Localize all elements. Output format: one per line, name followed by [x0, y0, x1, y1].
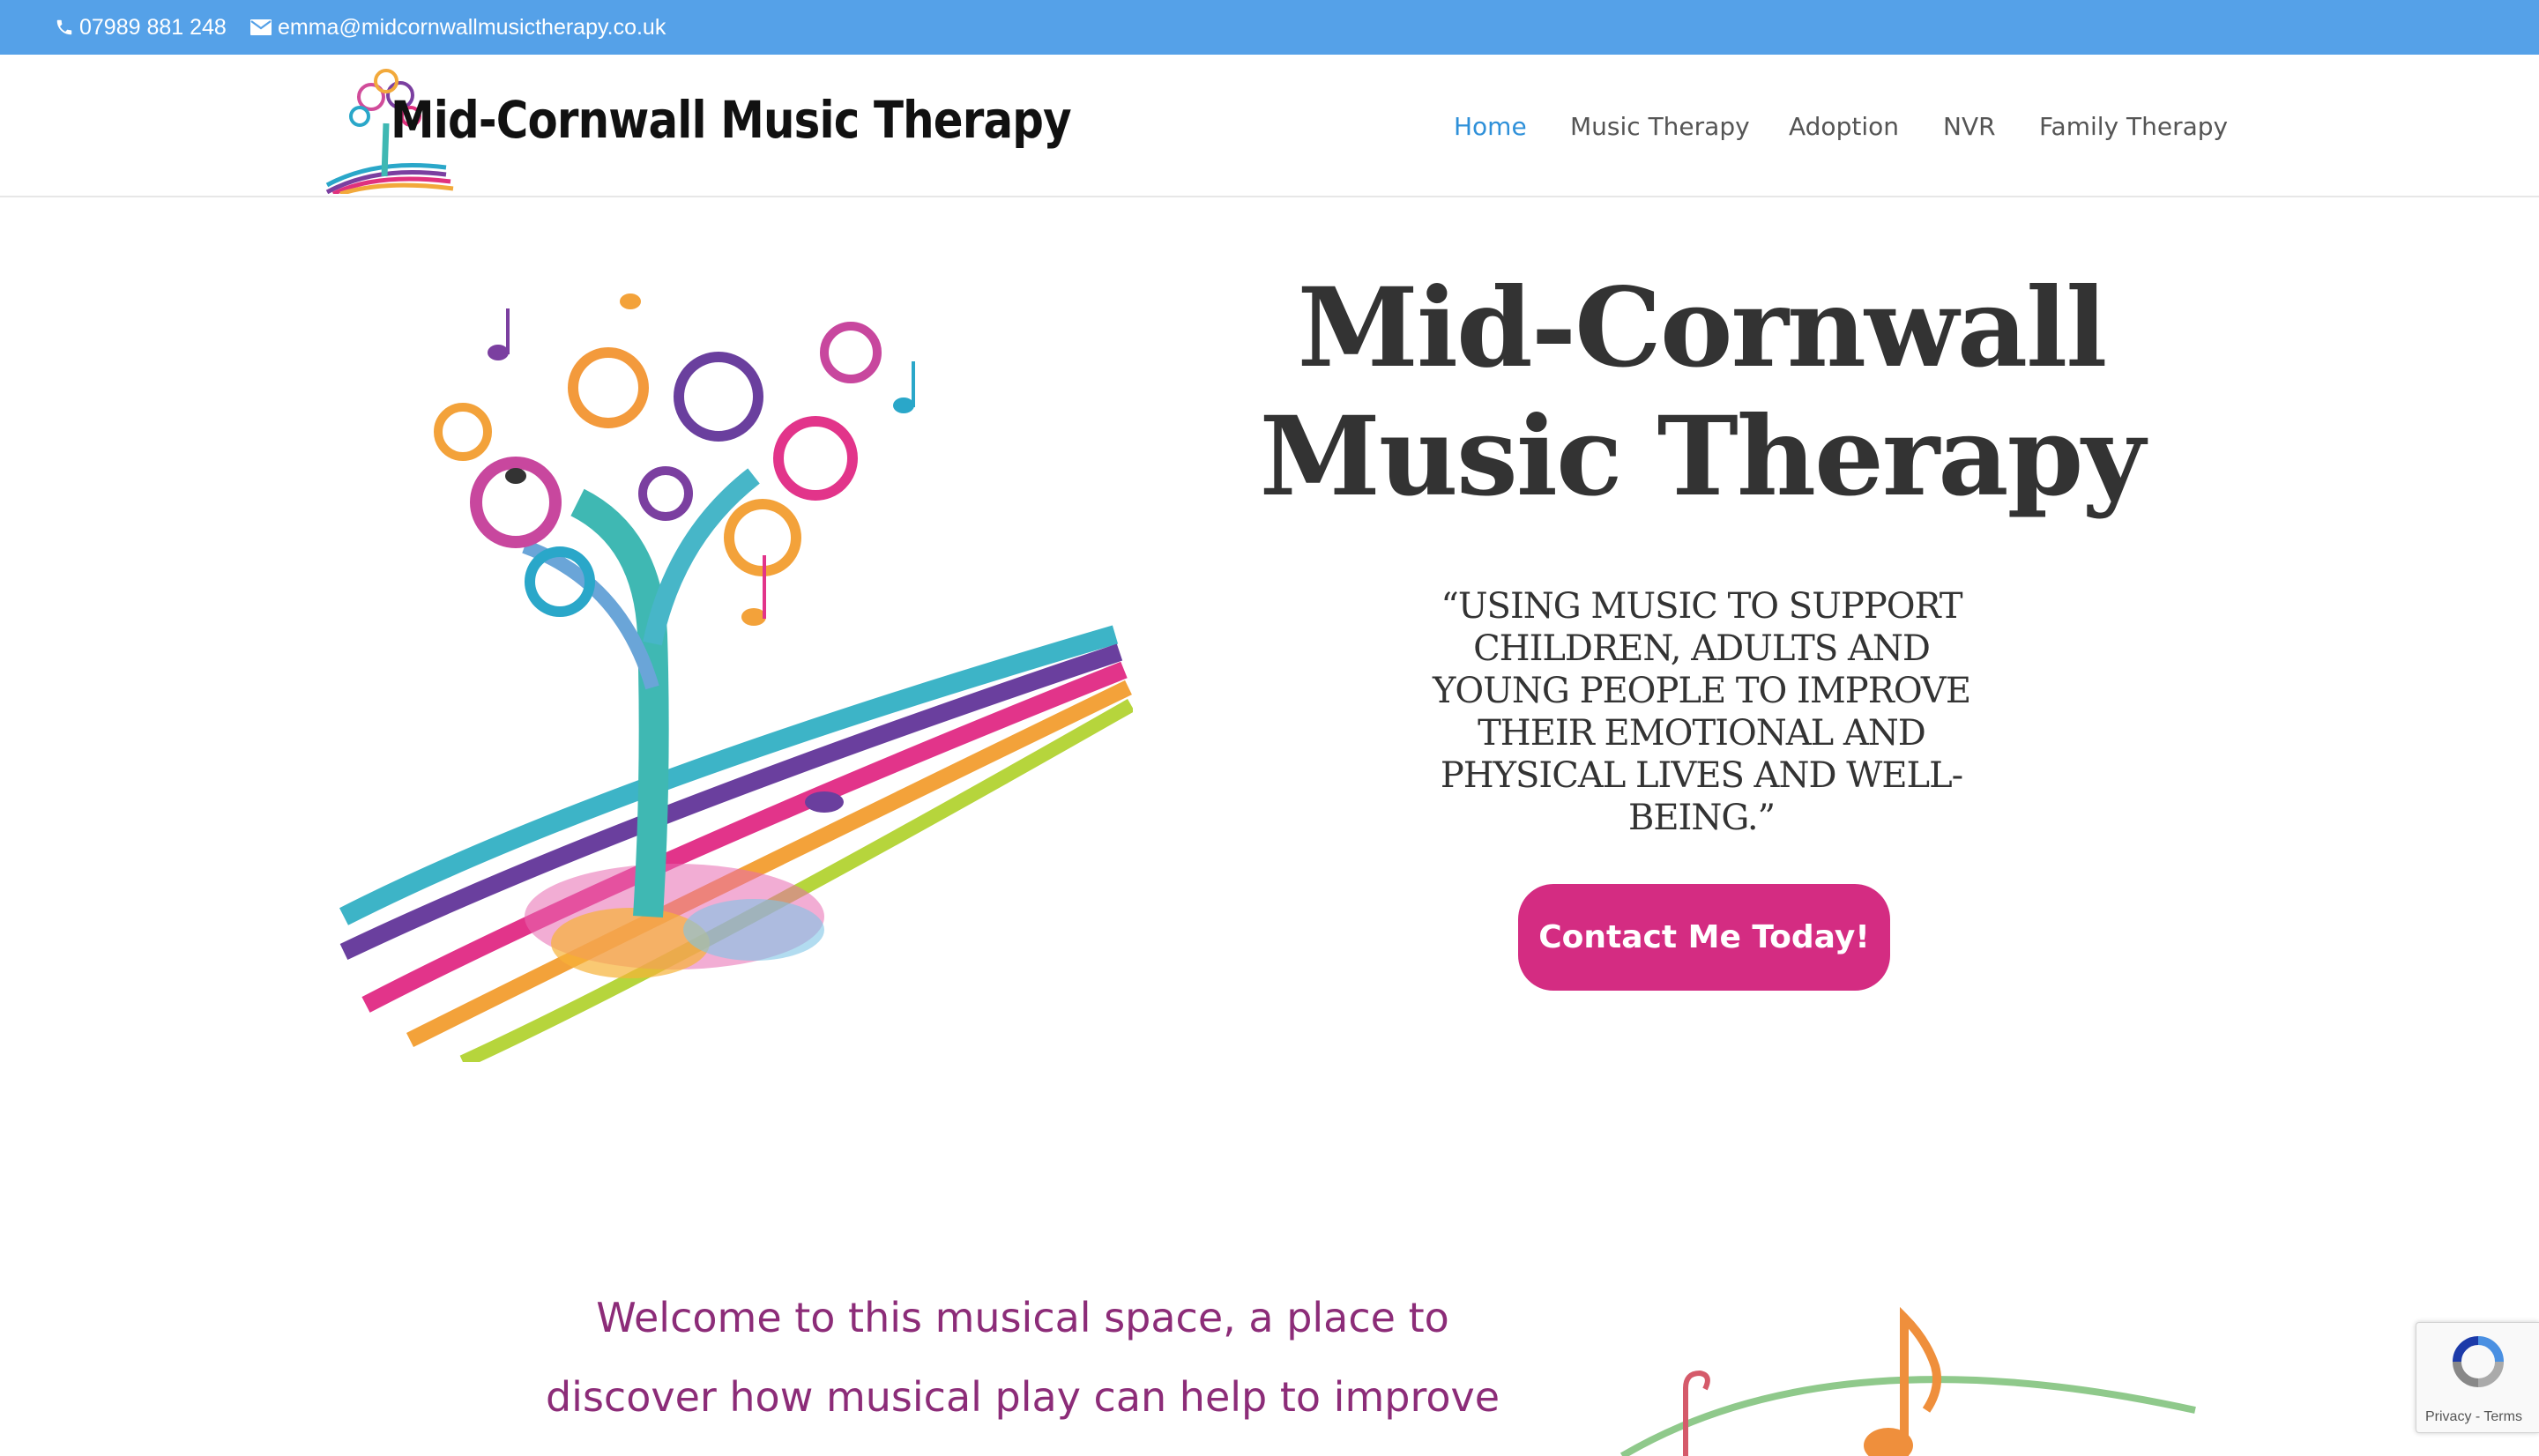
recaptcha-icon [2453, 1336, 2504, 1387]
nav-home[interactable]: Home [1454, 55, 1527, 197]
contact-me-button[interactable]: Contact Me Today! [1518, 884, 1890, 991]
recaptcha-badge[interactable]: Privacy - Terms [2416, 1322, 2539, 1433]
email-address: emma@midcornwallmusictherapy.co.uk [278, 14, 666, 40]
quote-line: children, adults and [1473, 628, 1931, 669]
email-contact[interactable]: emma@midcornwallmusictherapy.co.uk [249, 0, 666, 55]
phone-number: 07989 881 248 [79, 14, 227, 40]
quote-line: physical lives and well- [1440, 755, 1963, 796]
nav-adoption[interactable]: Adoption [1789, 55, 1899, 197]
quote-line: their emotional and [1478, 713, 1926, 754]
recaptcha-links[interactable]: Privacy - Terms [2425, 1409, 2522, 1425]
envelope-icon [250, 19, 272, 35]
top-info-bar: 07989 881 248 emma@midcornwallmusicthera… [0, 0, 2539, 55]
quote-line: young people to improve [1432, 671, 1971, 711]
hero-title-line2: Music Therapy [1259, 393, 2146, 521]
nav-nvr[interactable]: NVR [1943, 55, 1996, 197]
welcome-line-1: Welcome to this musical space, a place t… [596, 1294, 1449, 1341]
welcome-line-2: discover how musical play can help to im… [545, 1373, 1500, 1421]
hero-title-line1: Mid-Cornwall [1297, 264, 2108, 392]
quote-line: being.” [1627, 798, 1776, 838]
hero-title: Mid-Cornwall Music Therapy [1234, 264, 2169, 522]
phone-contact[interactable]: 07989 881 248 [55, 0, 227, 55]
phone-icon [56, 19, 72, 35]
welcome-text: Welcome to this musical space, a place t… [529, 1278, 1516, 1437]
music-tree-illustration [339, 293, 1133, 1062]
music-notes-arc-graphic [1619, 1306, 2196, 1456]
logo-text[interactable]: Mid-Cornwall Music Therapy [391, 90, 1072, 150]
hero-quote: “Using music to support children, adults… [1428, 585, 1975, 839]
nav-music-therapy[interactable]: Music Therapy [1570, 55, 1750, 197]
quote-line: “Using music to support [1441, 586, 1962, 627]
nav-family-therapy[interactable]: Family Therapy [2039, 55, 2228, 197]
